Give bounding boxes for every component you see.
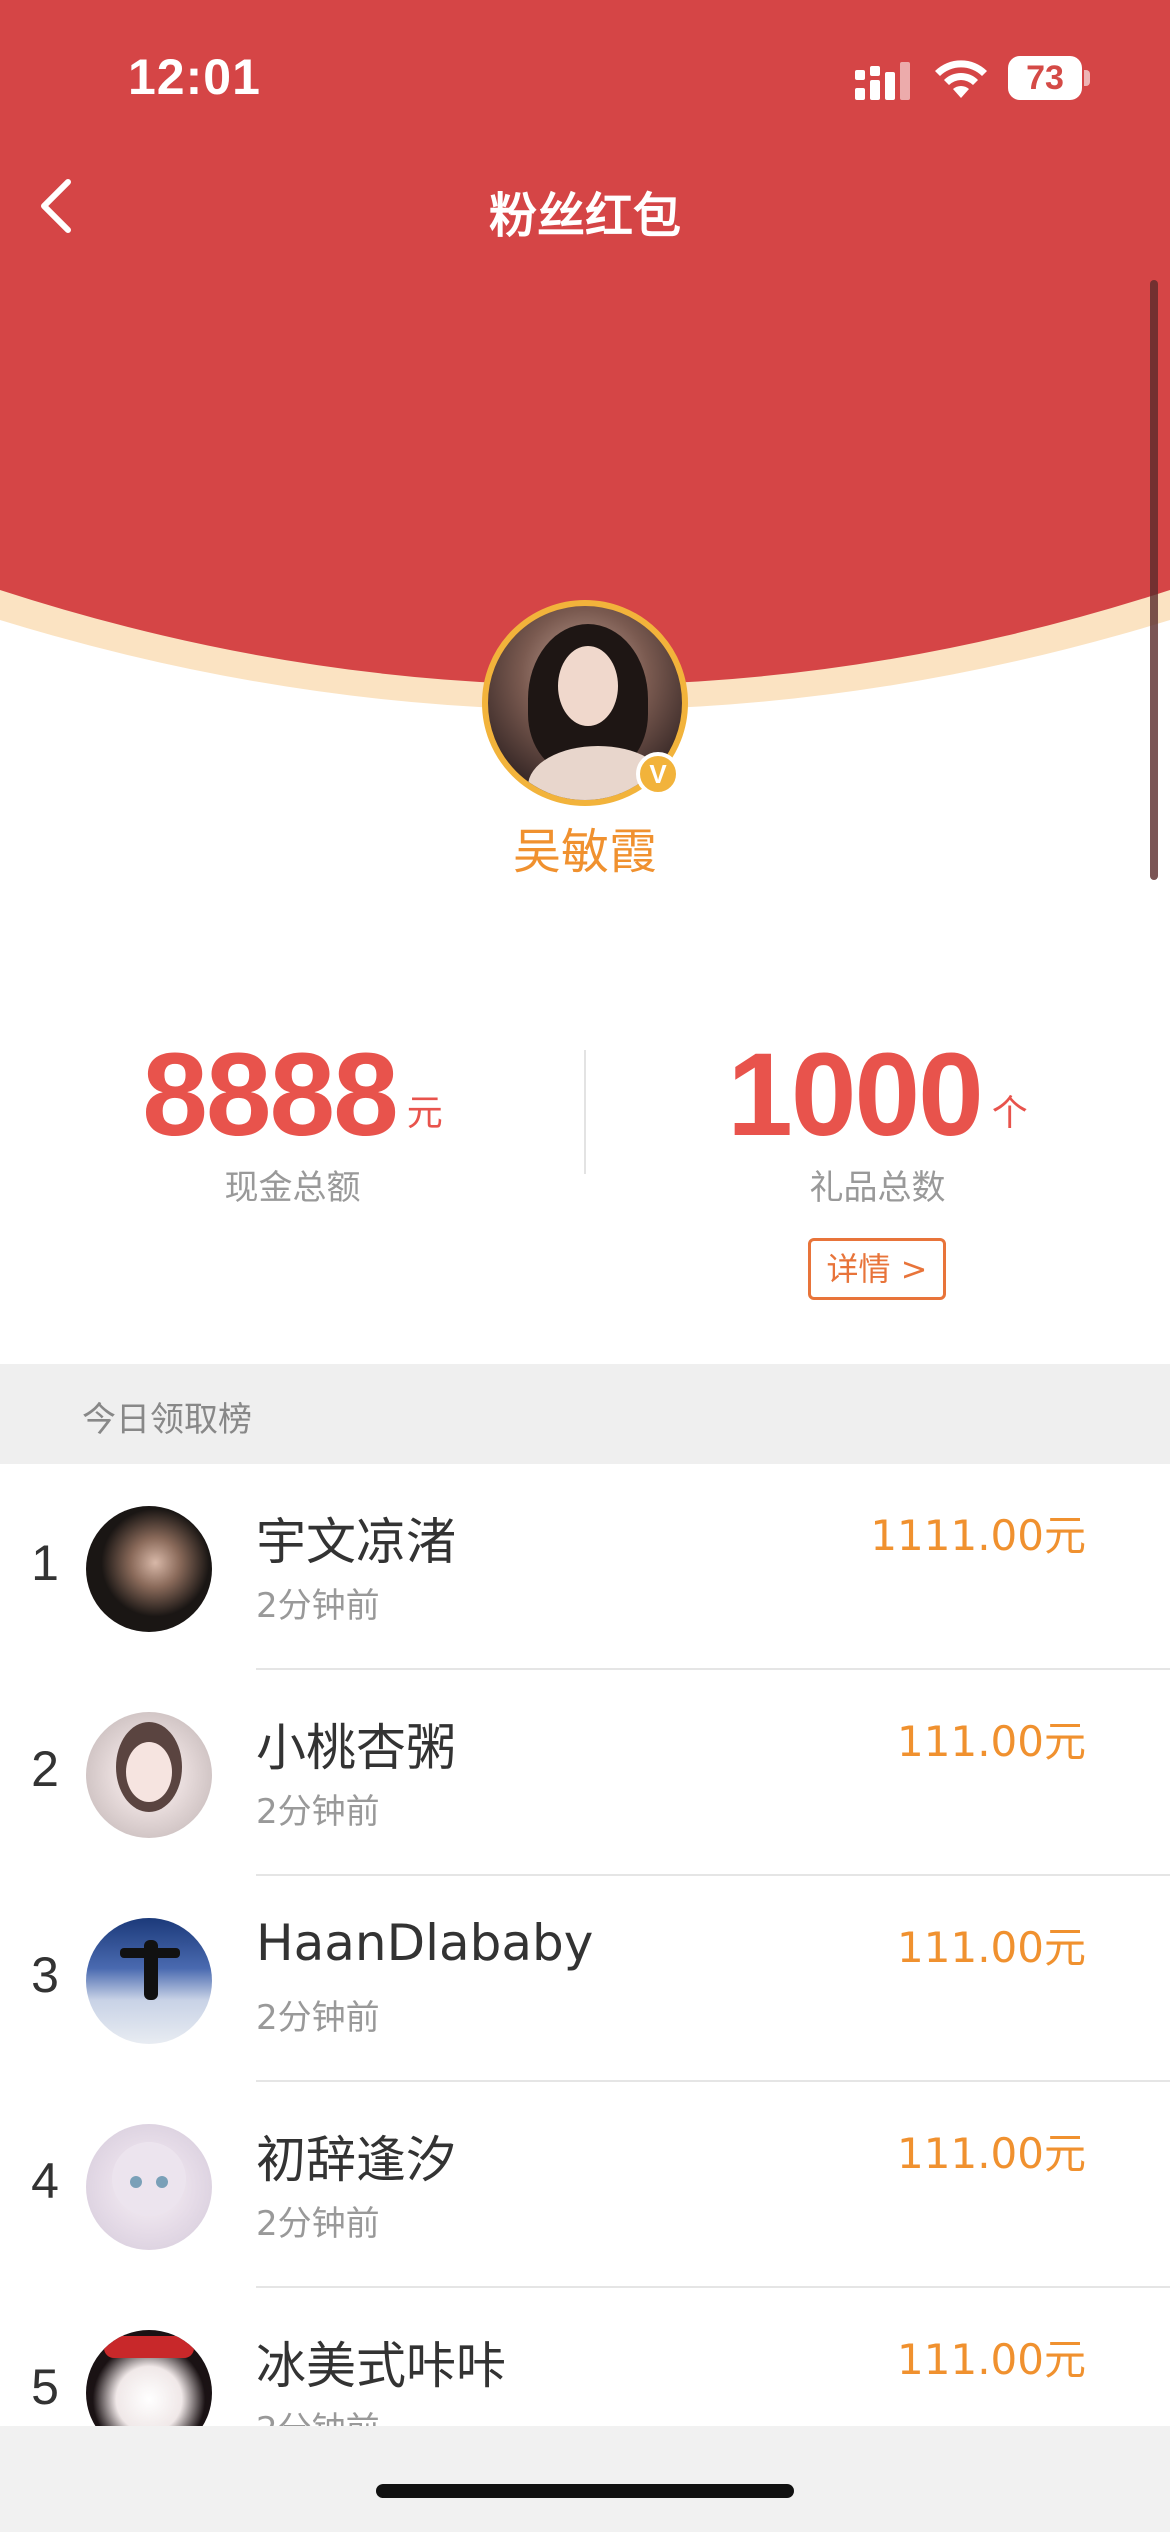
leaderboard-row[interactable]: 1 宇文凉渚 2分钟前 1111.00元 [0,1464,1170,1670]
cash-total-stat: 8888 元 现金总额 [0,1030,585,1209]
claim-amount: 111.00元 [897,1923,1086,1972]
claim-amount: 111.00元 [897,2129,1086,2178]
claim-amount: 111.00元 [897,1717,1086,1766]
user-name: 冰美式咔咔 [256,2337,506,2395]
leaderboard-title: 今日领取榜 [82,1400,252,1440]
rank-number: 4 [31,2153,59,2209]
gift-total-unit: 个 [991,1093,1028,1134]
verified-badge-icon: V [636,752,680,796]
gift-total-stat: 1000 个 礼品总数 [585,1030,1170,1209]
user-name: 初辞逢汐 [256,2131,456,2189]
wifi-icon [935,60,987,98]
leaderboard-row[interactable]: 2 小桃杏粥 2分钟前 111.00元 [0,1670,1170,1876]
claim-time: 2分钟前 [256,1998,380,2038]
bottom-safe-area [0,2426,1170,2532]
battery-level: 73 [1026,59,1064,97]
cellular-signal-icon [855,62,910,100]
user-avatar[interactable] [86,1506,212,1632]
gift-total-value: 1000 [727,1029,984,1161]
status-bar: 12:01 73 [0,0,1170,150]
rank-number: 5 [31,2359,59,2415]
page-title: 粉丝红包 [488,188,681,244]
rank-number: 1 [31,1535,59,1591]
user-name: HaanDlababy [256,1914,594,1972]
cash-total-value: 8888 [142,1029,399,1161]
user-avatar[interactable] [86,1712,212,1838]
leaderboard-header: 今日领取榜 [0,1364,1170,1464]
battery-icon: 73 [1008,56,1090,100]
leaderboard-row[interactable]: 3 HaanDlababy 2分钟前 111.00元 [0,1876,1170,2082]
claim-amount: 1111.00元 [870,1511,1086,1560]
details-button[interactable]: 详情 > [808,1238,946,1300]
user-avatar[interactable] [86,2124,212,2250]
leaderboard-row[interactable]: 4 初辞逢汐 2分钟前 111.00元 [0,2082,1170,2288]
user-name: 宇文凉渚 [256,1513,456,1571]
rank-number: 2 [31,1741,59,1797]
host-name[interactable]: 吴敏霞 [0,812,1170,882]
scrollbar[interactable] [1150,280,1158,880]
cash-total-label: 现金总额 [224,1168,361,1208]
claim-time: 2分钟前 [256,1586,380,1626]
claim-amount: 111.00元 [897,2335,1086,2384]
home-indicator[interactable] [376,2484,794,2498]
claim-time: 2分钟前 [256,1792,380,1832]
cash-total-unit: 元 [406,1093,443,1134]
status-time: 12:01 [128,49,261,105]
claim-time: 2分钟前 [256,2204,380,2244]
gift-total-label: 礼品总数 [809,1168,946,1208]
user-avatar[interactable] [86,1918,212,2044]
user-name: 小桃杏粥 [256,1719,456,1777]
rank-number: 3 [31,1947,59,2003]
